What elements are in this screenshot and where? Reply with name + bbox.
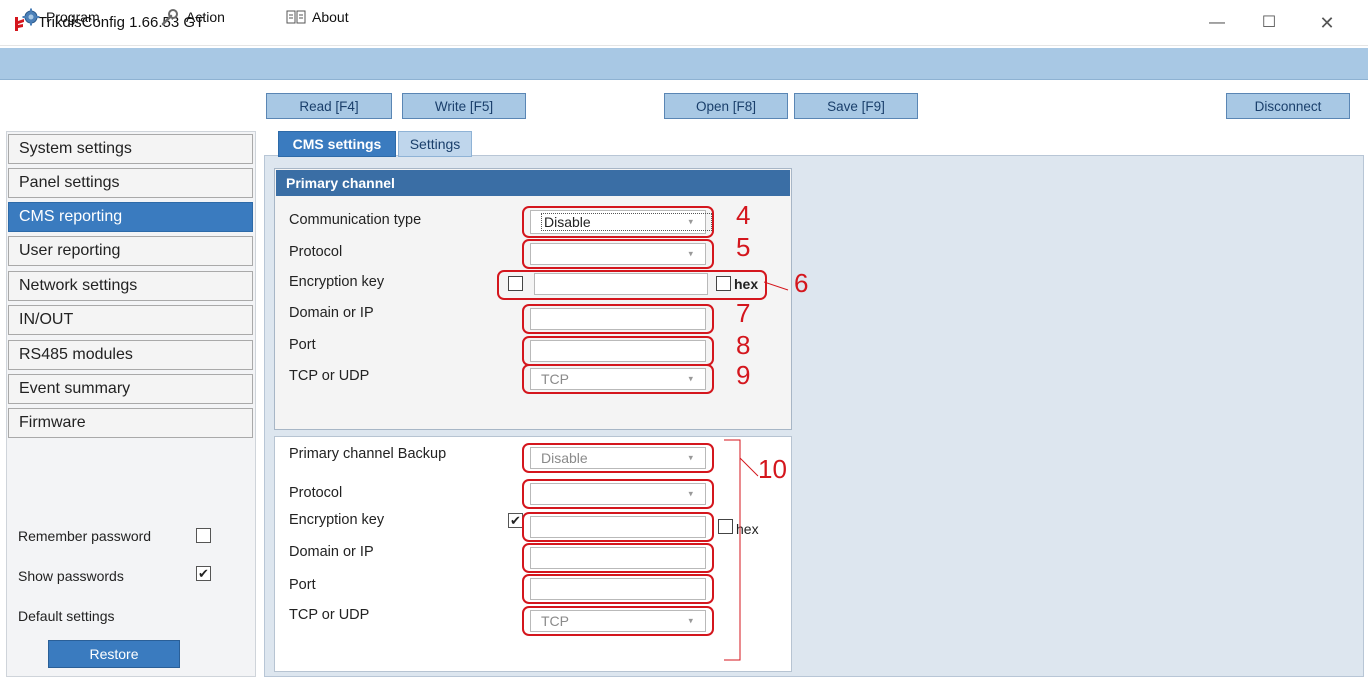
save-button[interactable]: Save [F9] (794, 93, 918, 119)
annotation-box-5 (522, 239, 714, 269)
annotation-box-8 (522, 336, 714, 366)
annotation-box-10a (522, 443, 714, 473)
sidebar-item-user-reporting[interactable]: User reporting (8, 236, 253, 266)
protocol-label: Protocol (289, 244, 343, 260)
communication-type-label: Communication type (289, 212, 422, 228)
remember-password-label: Remember password (18, 528, 152, 544)
show-passwords-label: Show passwords (18, 568, 124, 584)
read-button[interactable]: Read [F4] (266, 93, 392, 119)
annotation-number-9: 9 (736, 360, 751, 390)
sidebar-item-cms-reporting[interactable]: CMS reporting (8, 202, 253, 232)
domain-label: Domain or IP (289, 305, 374, 321)
sidebar-item-in-out[interactable]: IN/OUT (8, 305, 253, 335)
annotation-number-4: 4 (736, 200, 751, 230)
menu-action-label: Action (186, 9, 225, 25)
sidebar-item-rs485-modules[interactable]: RS485 modules (8, 340, 253, 370)
menu-program-label: Program (46, 9, 100, 25)
close-button[interactable]: ✕ (1312, 10, 1342, 36)
restore-button[interactable]: Restore (48, 640, 180, 668)
sidebar-item-system-settings[interactable]: System settings (8, 134, 253, 164)
maximize-button[interactable]: ☐ (1254, 10, 1284, 36)
menu-about[interactable]: About (286, 6, 349, 28)
menu-about-label: About (312, 9, 349, 25)
sidebar-item-network-settings[interactable]: Network settings (8, 271, 253, 301)
annotation-box-10e (522, 574, 714, 604)
backup-domain-label: Domain or IP (289, 544, 374, 560)
annotation-number-10: 10 (758, 454, 787, 484)
annotation-number-5: 5 (736, 232, 751, 262)
annotation-box-10d (522, 543, 714, 573)
disconnect-button[interactable]: Disconnect (1226, 93, 1350, 119)
backup-encryption-key-label: Encryption key (289, 512, 385, 528)
annotation-box-7 (522, 304, 714, 334)
annotation-box-10c (522, 512, 714, 542)
port-label: Port (289, 337, 316, 353)
annotation-number-8: 8 (736, 330, 751, 360)
wrench-icon (161, 9, 178, 26)
encryption-key-label: Encryption key (289, 274, 385, 290)
default-settings-label: Default settings (18, 608, 115, 624)
show-passwords-checkbox[interactable]: ✔ (196, 566, 211, 581)
backup-protocol-label: Protocol (289, 485, 343, 501)
backup-encryption-key-checkbox[interactable]: ✔ (508, 513, 523, 528)
annotation-number-7: 7 (736, 298, 751, 328)
backup-port-label: Port (289, 577, 316, 593)
tab-cms-settings[interactable]: CMS settings (278, 131, 396, 157)
annotation-leader-6 (764, 281, 789, 291)
remember-password-checkbox[interactable] (196, 528, 211, 543)
menu-bar (0, 48, 1368, 80)
annotation-box-10f (522, 606, 714, 636)
sidebar-item-firmware[interactable]: Firmware (8, 408, 253, 438)
tcp-udp-label: TCP or UDP (289, 368, 370, 384)
primary-channel-header: Primary channel (276, 170, 790, 196)
annotation-box-6 (497, 270, 767, 300)
annotation-box-4 (522, 206, 714, 238)
book-icon (286, 10, 306, 24)
annotation-box-9 (522, 364, 714, 394)
annotation-box-10b (522, 479, 714, 509)
annotation-bracket-10 (724, 439, 759, 661)
tab-settings[interactable]: Settings (398, 131, 472, 157)
write-button[interactable]: Write [F5] (402, 93, 526, 119)
menu-program[interactable]: Program (22, 6, 100, 28)
sidebar-item-event-summary[interactable]: Event summary (8, 374, 253, 404)
annotation-number-6: 6 (794, 268, 809, 298)
backup-tcp-udp-label: TCP or UDP (289, 607, 370, 623)
channel-backup-label: Primary channel Backup (289, 446, 447, 462)
sidebar-item-panel-settings[interactable]: Panel settings (8, 168, 253, 198)
minimize-button[interactable]: — (1202, 10, 1232, 36)
gear-icon (22, 8, 40, 26)
open-button[interactable]: Open [F8] (664, 93, 788, 119)
menu-action[interactable]: Action (160, 6, 225, 28)
